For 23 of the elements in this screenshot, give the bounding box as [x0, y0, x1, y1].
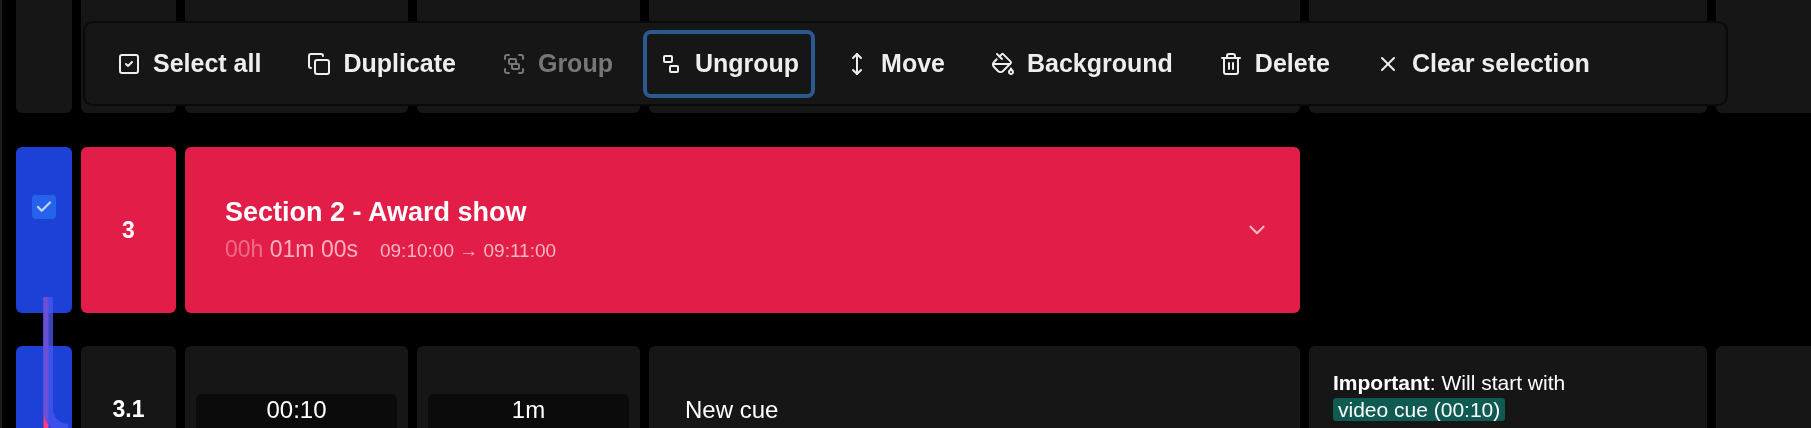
cue-title: New cue	[685, 396, 779, 424]
cue-tag: video cue (00:10)	[1333, 398, 1506, 421]
toolbar-button[interactable]: Ungroup	[642, 29, 816, 98]
note-text: Important: Will start with	[1333, 371, 1566, 394]
toolbar-button[interactable]: Background	[975, 29, 1189, 98]
start-time[interactable]: 00:10	[196, 394, 397, 428]
section-title: Section 2 - Award show	[225, 197, 528, 228]
checkbox[interactable]	[32, 195, 56, 219]
duration-field[interactable]: 1m	[428, 394, 629, 428]
time-range: 09:10:00 → 09:11:00	[380, 240, 557, 262]
group-icon	[501, 51, 526, 76]
toolbar-button[interactable]: Duplicate	[291, 29, 472, 98]
toolbar-button[interactable]: Move	[829, 29, 961, 98]
toolbar-button[interactable]: Delete	[1202, 29, 1346, 98]
section-duration: 00h 01m 00s	[225, 236, 358, 263]
cue-number: 3.1	[112, 396, 145, 423]
duplicate-icon	[307, 51, 332, 76]
select-all-icon	[117, 51, 141, 76]
section-number: 3	[122, 216, 135, 244]
toolbar-button[interactable]: Clear selection	[1359, 29, 1606, 98]
delete-icon	[1218, 51, 1243, 76]
toolbar-button[interactable]: Select all	[101, 29, 278, 98]
background-icon	[991, 51, 1015, 76]
